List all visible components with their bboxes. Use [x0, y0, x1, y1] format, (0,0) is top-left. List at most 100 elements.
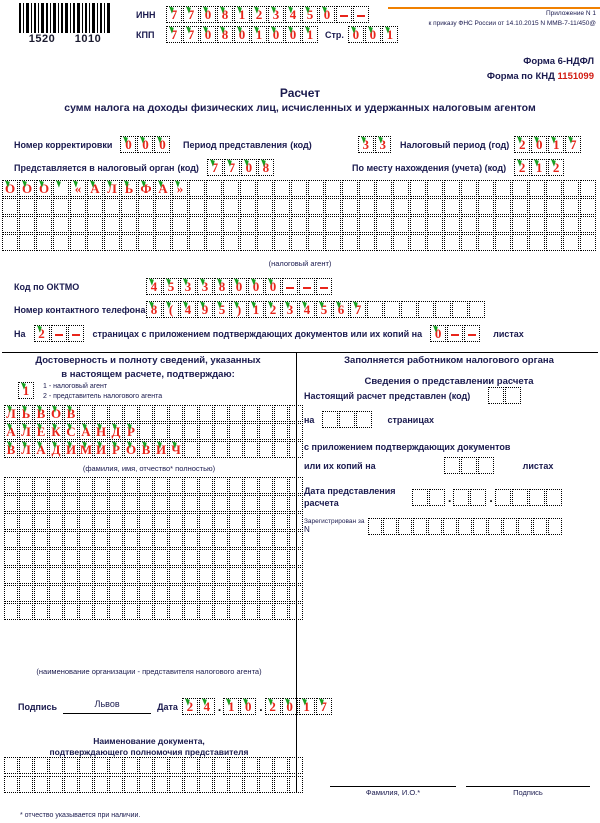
- char-cell[interactable]: [121, 216, 137, 233]
- char-cell[interactable]: [189, 234, 205, 251]
- char-cell[interactable]: [359, 198, 375, 215]
- char-cell[interactable]: [274, 776, 288, 793]
- char-cell[interactable]: [223, 234, 239, 251]
- doc-name-grid[interactable]: [4, 757, 304, 793]
- char-cell[interactable]: [461, 180, 477, 197]
- char-cell[interactable]: [563, 180, 579, 197]
- char-cell[interactable]: [289, 585, 303, 602]
- char-cell[interactable]: [64, 585, 78, 602]
- char-cell[interactable]: [70, 216, 86, 233]
- char-cell[interactable]: [199, 495, 213, 512]
- char-cell[interactable]: [289, 567, 303, 584]
- char-cell[interactable]: 7: [223, 159, 240, 176]
- char-cell[interactable]: [229, 477, 243, 494]
- char-cell[interactable]: [94, 477, 108, 494]
- char-cell[interactable]: [19, 585, 33, 602]
- char-cell[interactable]: [139, 567, 153, 584]
- char-cell[interactable]: [259, 776, 273, 793]
- char-cell[interactable]: 4: [198, 698, 215, 715]
- char-cell[interactable]: [368, 518, 382, 535]
- char-cell[interactable]: [155, 234, 171, 251]
- char-cell[interactable]: [410, 180, 426, 197]
- char-cell[interactable]: [545, 489, 562, 506]
- char-cell[interactable]: М: [79, 441, 93, 458]
- char-cell[interactable]: [289, 477, 303, 494]
- office-pages-cells[interactable]: [322, 411, 373, 428]
- char-cell[interactable]: 0: [319, 6, 335, 23]
- char-cell[interactable]: [274, 567, 288, 584]
- char-cell[interactable]: [109, 776, 123, 793]
- char-cell[interactable]: [67, 325, 84, 342]
- char-cell[interactable]: [139, 585, 153, 602]
- char-cell[interactable]: [259, 495, 273, 512]
- char-cell[interactable]: [169, 477, 183, 494]
- char-cell[interactable]: [259, 405, 273, 422]
- char-cell[interactable]: 0: [200, 26, 216, 43]
- char-cell[interactable]: [214, 757, 228, 774]
- char-cell[interactable]: [546, 198, 562, 215]
- char-cell[interactable]: Д: [109, 423, 123, 440]
- char-cell[interactable]: [199, 776, 213, 793]
- date-month-cells[interactable]: 10: [223, 698, 257, 715]
- char-cell[interactable]: [199, 567, 213, 584]
- char-cell[interactable]: Л: [104, 180, 120, 197]
- char-cell[interactable]: [34, 585, 48, 602]
- char-cell[interactable]: 0: [200, 6, 216, 23]
- char-cell[interactable]: [4, 477, 18, 494]
- char-cell[interactable]: [19, 531, 33, 548]
- char-cell[interactable]: [94, 495, 108, 512]
- char-cell[interactable]: [461, 198, 477, 215]
- char-cell[interactable]: 2: [514, 136, 531, 153]
- char-cell[interactable]: [353, 6, 369, 23]
- char-cell[interactable]: [393, 198, 409, 215]
- char-cell[interactable]: [139, 513, 153, 530]
- char-cell[interactable]: [34, 513, 48, 530]
- char-cell[interactable]: [359, 234, 375, 251]
- char-cell[interactable]: [429, 489, 445, 506]
- char-cell[interactable]: [206, 198, 222, 215]
- char-cell[interactable]: [4, 531, 18, 548]
- char-cell[interactable]: [94, 513, 108, 530]
- char-cell[interactable]: 1: [302, 26, 318, 43]
- char-cell[interactable]: [87, 234, 103, 251]
- char-cell[interactable]: [49, 477, 63, 494]
- char-cell[interactable]: 1: [234, 6, 250, 23]
- char-cell[interactable]: [339, 411, 356, 428]
- char-cell[interactable]: [70, 234, 86, 251]
- char-cell[interactable]: 8: [214, 278, 230, 295]
- org-row[interactable]: [4, 603, 304, 620]
- char-cell[interactable]: [172, 234, 188, 251]
- char-cell[interactable]: В: [4, 441, 18, 458]
- org-row[interactable]: [4, 495, 304, 512]
- char-cell[interactable]: [139, 603, 153, 620]
- char-cell[interactable]: [259, 531, 273, 548]
- char-cell[interactable]: [155, 198, 171, 215]
- char-cell[interactable]: [139, 776, 153, 793]
- char-cell[interactable]: 7: [565, 136, 582, 153]
- char-cell[interactable]: [206, 216, 222, 233]
- char-cell[interactable]: ): [231, 301, 247, 318]
- char-cell[interactable]: [139, 531, 153, 548]
- char-cell[interactable]: [199, 477, 213, 494]
- char-cell[interactable]: [342, 234, 358, 251]
- char-cell[interactable]: [512, 234, 528, 251]
- char-cell[interactable]: [4, 776, 18, 793]
- char-cell[interactable]: [214, 441, 228, 458]
- char-cell[interactable]: [376, 180, 392, 197]
- char-cell[interactable]: [64, 757, 78, 774]
- char-cell[interactable]: [79, 513, 93, 530]
- char-cell[interactable]: [259, 549, 273, 566]
- char-cell[interactable]: [36, 198, 52, 215]
- char-cell[interactable]: [418, 301, 434, 318]
- char-cell[interactable]: [70, 198, 86, 215]
- char-cell[interactable]: [139, 423, 153, 440]
- char-cell[interactable]: [214, 531, 228, 548]
- char-cell[interactable]: [325, 216, 341, 233]
- char-cell[interactable]: 1: [298, 698, 315, 715]
- char-cell[interactable]: [199, 423, 213, 440]
- char-cell[interactable]: [124, 603, 138, 620]
- char-cell[interactable]: [184, 423, 198, 440]
- char-cell[interactable]: [184, 757, 198, 774]
- char-cell[interactable]: 1: [548, 136, 565, 153]
- org-name-grid[interactable]: [4, 477, 304, 620]
